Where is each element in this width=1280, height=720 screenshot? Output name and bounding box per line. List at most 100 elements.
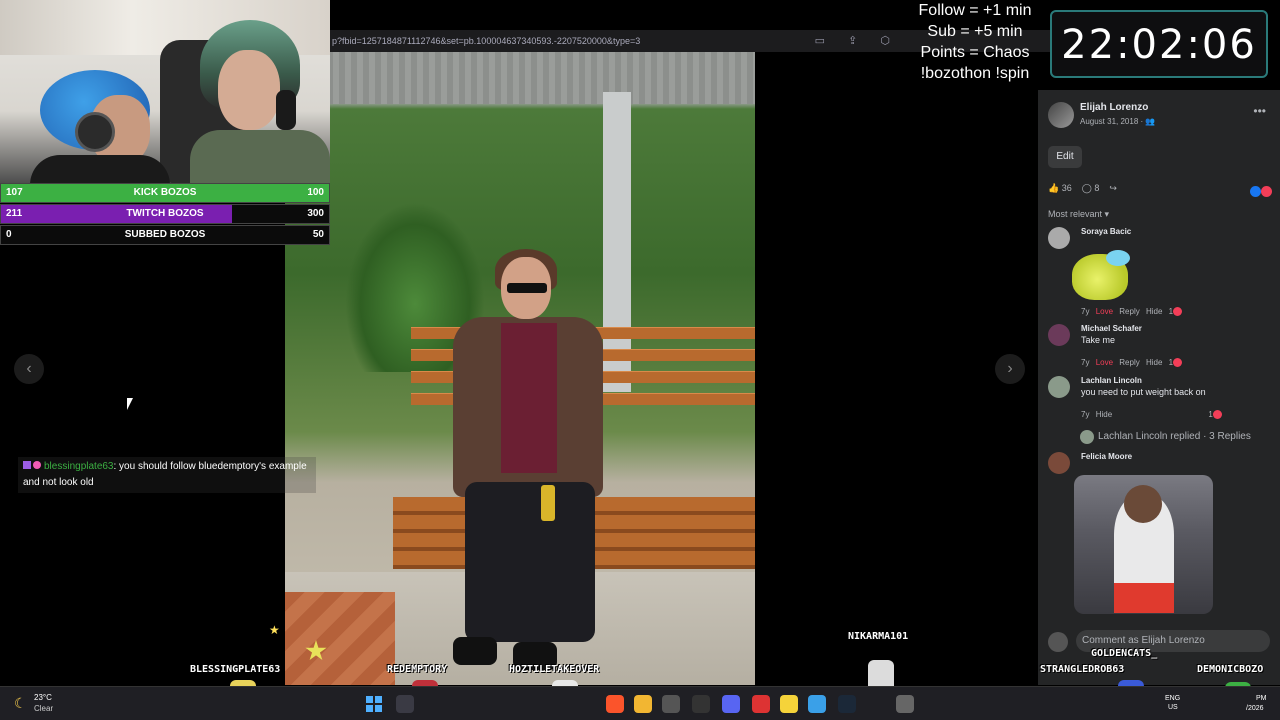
goal-label: SUBBED BOZOS bbox=[124, 229, 206, 240]
facebook-photo bbox=[285, 52, 755, 685]
webcam-streamer-left bbox=[30, 70, 170, 185]
hide-action[interactable]: Hide bbox=[1146, 358, 1162, 367]
commenter-avatar[interactable] bbox=[1048, 227, 1070, 249]
post-date: August 31, 2018 · 👥 bbox=[1080, 117, 1155, 126]
commenter-avatar[interactable] bbox=[1048, 376, 1070, 398]
app-icon[interactable] bbox=[662, 695, 680, 713]
app-icon[interactable] bbox=[752, 695, 770, 713]
language-indicator[interactable]: ENG bbox=[1165, 695, 1180, 702]
composer-avatar bbox=[1048, 632, 1068, 652]
goal-target: 100 bbox=[307, 187, 324, 198]
rule-line: Points = Chaos bbox=[920, 44, 1030, 61]
weather-desc[interactable]: Clear bbox=[34, 704, 53, 713]
reply-action[interactable]: Reply bbox=[1119, 358, 1139, 367]
viewer-name-demonic: DEMONICBOZO bbox=[1197, 664, 1264, 675]
comment-time: 7y bbox=[1081, 307, 1090, 316]
next-photo-button[interactable]: › bbox=[995, 354, 1025, 384]
person-shoe bbox=[453, 637, 497, 665]
goal-label: TWITCH BOZOS bbox=[126, 208, 204, 219]
previous-photo-button[interactable]: ‹ bbox=[14, 354, 44, 384]
brave-browser-icon[interactable] bbox=[606, 695, 624, 713]
comment-actions: 7y Love Reply Hide 1 bbox=[1081, 358, 1183, 368]
streamer-body bbox=[30, 155, 170, 185]
stream-frame: p?fbid=1257184871112746&set=pb.100004637… bbox=[0, 0, 1280, 720]
commenter-avatar[interactable] bbox=[1048, 452, 1070, 474]
clock-date[interactable]: /2026 bbox=[1246, 705, 1264, 712]
file-explorer-icon[interactable] bbox=[634, 695, 652, 713]
sticker-bubble bbox=[1106, 250, 1130, 266]
goal-label: KICK BOZOS bbox=[133, 187, 197, 198]
subscriber-badge-icon bbox=[23, 461, 31, 469]
commenter-name[interactable]: Soraya Bacic bbox=[1081, 227, 1131, 236]
author-avatar[interactable] bbox=[1048, 102, 1074, 128]
comment-actions: 7y Hide 1 bbox=[1081, 410, 1222, 420]
notes-icon[interactable] bbox=[780, 695, 798, 713]
commenter-name[interactable]: Michael Schafer bbox=[1081, 324, 1142, 333]
star-icon: ★ bbox=[269, 623, 280, 637]
love-action[interactable]: Love bbox=[1096, 307, 1113, 316]
viewer-name-strangled: STRANGLEDROB63 bbox=[1040, 664, 1125, 675]
reaction-bar: 👍 36 ◯ 8 ↪ bbox=[1048, 183, 1117, 194]
more-options-icon[interactable]: ••• bbox=[1253, 104, 1266, 118]
comment-gif[interactable] bbox=[1074, 475, 1213, 614]
edit-button[interactable]: Edit bbox=[1048, 146, 1082, 168]
comment-sort-dropdown[interactable]: Most relevant ▾ bbox=[1048, 209, 1109, 220]
viewer-name-hoztile: HOZTILETAKEOVER bbox=[509, 664, 600, 675]
hide-action[interactable]: Hide bbox=[1096, 410, 1112, 419]
heart-icon bbox=[1212, 410, 1222, 420]
commenter-name[interactable]: Felicia Moore bbox=[1081, 452, 1132, 461]
photo-roof bbox=[285, 52, 755, 104]
goal-current: 107 bbox=[6, 187, 23, 198]
url-text: p?fbid=1257184871112746&set=pb.100004637… bbox=[332, 36, 641, 46]
reply-avatar bbox=[1080, 430, 1094, 444]
goal-target: 300 bbox=[307, 208, 324, 219]
reply-action[interactable]: Reply bbox=[1119, 307, 1139, 316]
goal-bar-twitch: TWITCH BOZOS 211 300 bbox=[0, 204, 330, 224]
love-action[interactable]: Love bbox=[1096, 358, 1113, 367]
post-author[interactable]: Elijah Lorenzo bbox=[1080, 102, 1148, 113]
heart-badge-icon bbox=[33, 461, 41, 469]
photo-path bbox=[285, 592, 395, 685]
streamer-face bbox=[218, 50, 280, 130]
commenter-avatar[interactable] bbox=[1048, 324, 1070, 346]
replies-text: Lachlan Lincoln replied · 3 Replies bbox=[1098, 431, 1251, 442]
settings-gear-icon[interactable] bbox=[896, 695, 914, 713]
rule-line: !bozothon !spin bbox=[920, 65, 1030, 82]
viewer-name-nikarma: NIKARMA101 bbox=[848, 631, 909, 642]
like-icon[interactable]: 👍 bbox=[1048, 183, 1059, 193]
clock-time[interactable]: PM bbox=[1256, 695, 1267, 702]
gif-child-head bbox=[1124, 485, 1162, 523]
goal-current: 211 bbox=[6, 208, 23, 219]
share-icon[interactable]: ↪ bbox=[1109, 183, 1117, 193]
mouse-cursor-icon bbox=[127, 398, 133, 410]
search-icon[interactable] bbox=[396, 695, 414, 713]
comment-text: Take me bbox=[1081, 335, 1116, 345]
commenter-name[interactable]: Lachlan Lincoln bbox=[1081, 376, 1142, 385]
discord-icon[interactable] bbox=[722, 695, 740, 713]
region-indicator[interactable]: US bbox=[1168, 704, 1178, 711]
headset-icon bbox=[276, 90, 296, 130]
sticker-image bbox=[1072, 250, 1130, 300]
webcam-streamer-right bbox=[190, 20, 330, 185]
app-icon[interactable] bbox=[692, 695, 710, 713]
goal-bar-subbed: SUBBED BOZOS 0 50 bbox=[0, 225, 330, 245]
photo-person bbox=[453, 249, 613, 677]
subathon-timer: 22:02:06 bbox=[1050, 10, 1268, 78]
viewer-name-redemptory: REDEMPTORY bbox=[387, 664, 448, 675]
hide-action[interactable]: Hide bbox=[1146, 307, 1162, 316]
heart-icon bbox=[1173, 307, 1183, 317]
comment-time: 7y bbox=[1081, 358, 1090, 367]
weather-temp[interactable]: 23°C bbox=[34, 693, 52, 702]
heart-icon bbox=[1173, 358, 1183, 368]
person-sunglasses bbox=[507, 283, 547, 293]
love-reaction-icon bbox=[1261, 186, 1272, 197]
windows-start-icon[interactable] bbox=[366, 696, 382, 712]
comment-text: you need to put weight back on bbox=[1081, 387, 1206, 397]
friends-icon: 👥 bbox=[1145, 117, 1156, 126]
browser-toolbar-icons[interactable]: ▭ ⇪ ⬡ bbox=[815, 30, 900, 52]
subathon-rules: Follow = +1 min Sub = +5 min Points = Ch… bbox=[905, 0, 1045, 84]
app-icon[interactable] bbox=[808, 695, 826, 713]
moon-icon[interactable]: ☾ bbox=[14, 695, 27, 712]
steam-icon[interactable] bbox=[838, 695, 856, 713]
comment-icon[interactable]: ◯ bbox=[1082, 183, 1092, 193]
